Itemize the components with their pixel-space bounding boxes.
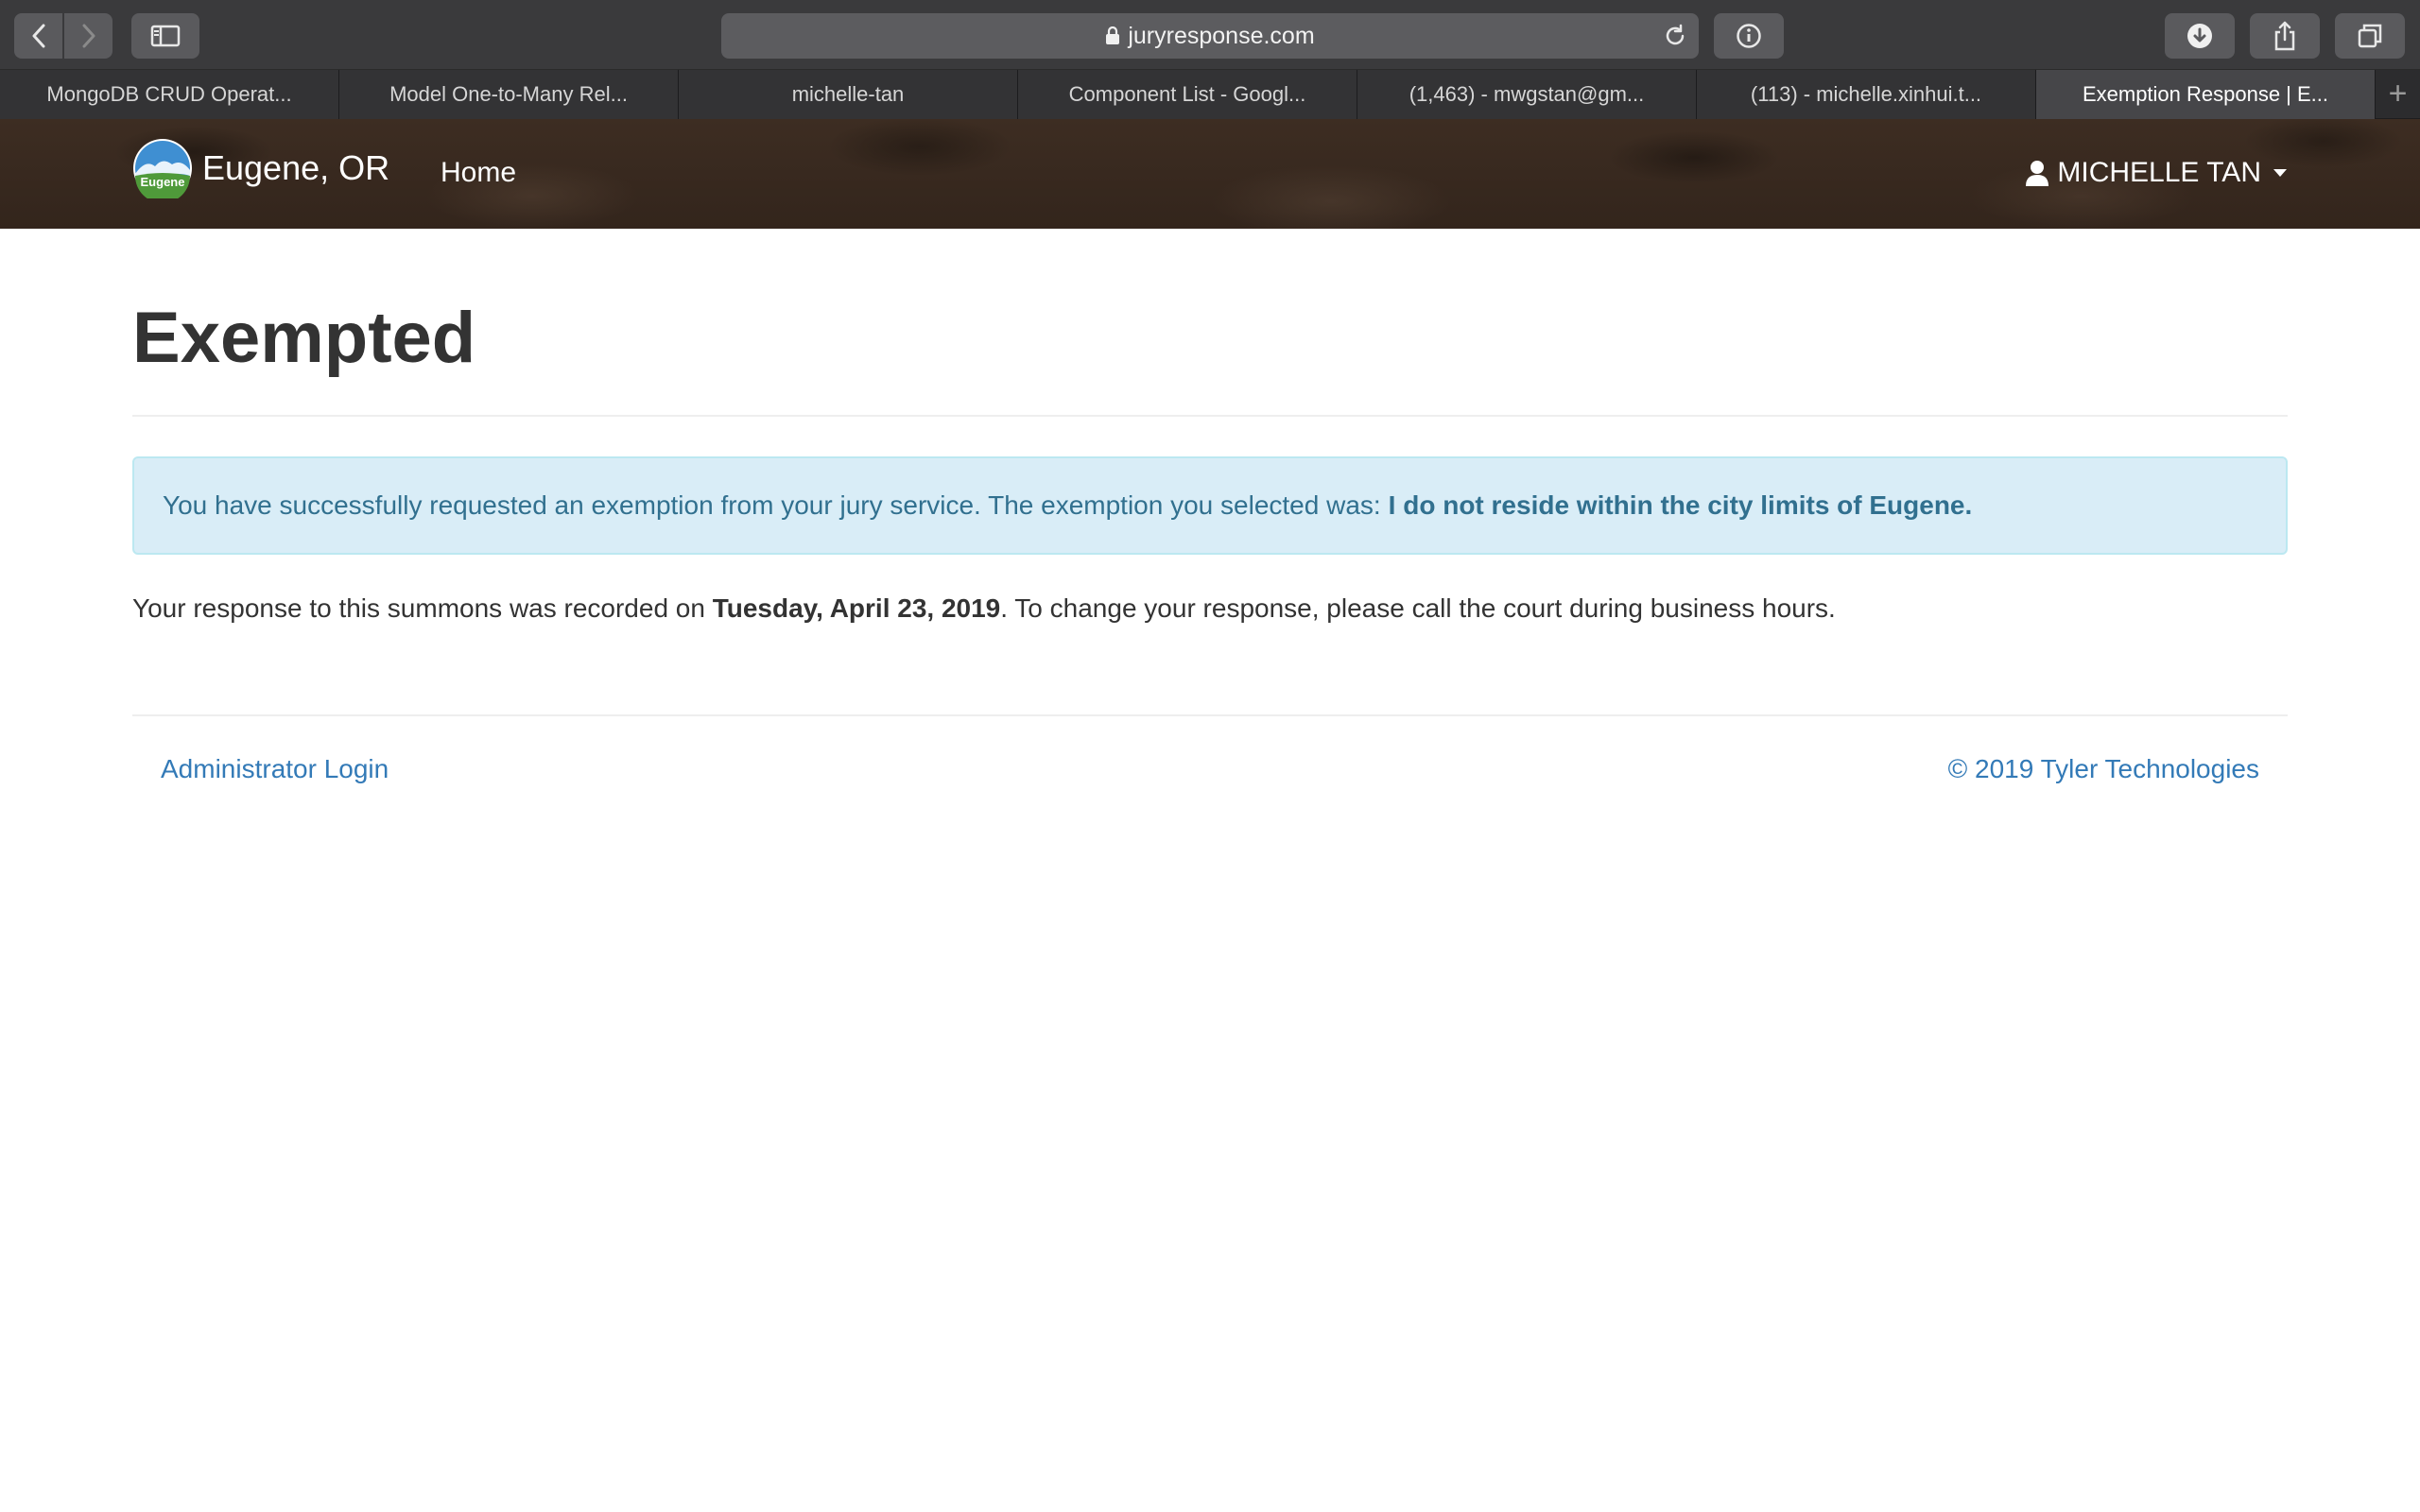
browser-tab[interactable]: michelle-tan (679, 70, 1018, 119)
divider (132, 415, 2288, 417)
caret-down-icon (2273, 168, 2288, 178)
tab-bar: MongoDB CRUD Operat... Model One-to-Many… (0, 70, 2420, 119)
summary-prefix: Your response to this summons was record… (132, 593, 705, 623)
download-icon (2187, 24, 2212, 48)
reload-icon[interactable] (1663, 24, 1687, 55)
tabs-icon (2358, 24, 2382, 48)
lock-icon (1105, 26, 1120, 45)
brand-link[interactable]: Eugene Eugene, OR (132, 138, 389, 198)
browser-tab-active[interactable]: Exemption Response | E... (2036, 70, 2376, 119)
browser-tab[interactable]: Model One-to-Many Rel... (339, 70, 679, 119)
eugene-logo-icon: Eugene (133, 139, 192, 198)
downloads-button[interactable] (2165, 13, 2235, 59)
chevron-left-icon (32, 24, 44, 48)
sidebar-icon (150, 25, 181, 47)
history-nav (14, 13, 112, 59)
share-button[interactable] (2250, 13, 2320, 59)
back-button[interactable] (14, 13, 62, 59)
page-title: Exempted (132, 298, 476, 378)
nav-home-link[interactable]: Home (441, 157, 516, 189)
alert-message: You have successfully requested an exemp… (163, 490, 1381, 520)
browser-tab[interactable]: MongoDB CRUD Operat... (0, 70, 339, 119)
response-date: Tuesday, April 23, 2019 (712, 593, 1001, 623)
tab-overview-button[interactable] (2335, 13, 2405, 59)
url-text: juryresponse.com (1128, 22, 1315, 49)
new-tab-button[interactable]: + (2376, 70, 2420, 118)
footer: Administrator Login © 2019 Tyler Technol… (132, 716, 2288, 811)
user-name: MICHELLE TAN (2057, 157, 2261, 188)
site-navbar: Eugene Eugene, OR Home MICHELLE TAN (0, 119, 2420, 229)
info-icon (1737, 24, 1761, 48)
browser-toolbar: juryresponse.com (0, 0, 2420, 70)
main-content: Exempted You have successfully requested… (132, 229, 2288, 811)
share-icon (2274, 21, 2295, 51)
sidebar-toggle-button[interactable] (131, 13, 199, 59)
info-alert: You have successfully requested an exemp… (132, 456, 2288, 555)
brand-text: Eugene, OR (202, 148, 390, 187)
reader-info-button[interactable] (1714, 13, 1784, 59)
chevron-right-icon (82, 24, 95, 48)
svg-text:Eugene: Eugene (141, 175, 185, 189)
forward-button[interactable] (64, 13, 112, 59)
summary-suffix: . To change your response, please call t… (1000, 593, 1836, 623)
user-menu-dropdown[interactable]: MICHELLE TAN (2025, 157, 2288, 189)
address-bar[interactable]: juryresponse.com (721, 13, 1699, 59)
browser-tab[interactable]: (1,463) - mwgstan@gm... (1357, 70, 1697, 119)
copyright-link[interactable]: © 2019 Tyler Technologies (1948, 754, 2259, 784)
administrator-login-link[interactable]: Administrator Login (161, 754, 389, 784)
response-summary: Your response to this summons was record… (132, 593, 2288, 624)
browser-tab[interactable]: (113) - michelle.xinhui.t... (1697, 70, 2036, 119)
user-icon (2025, 160, 2049, 186)
browser-tab[interactable]: Component List - Googl... (1018, 70, 1357, 119)
alert-exemption-reason: I do not reside within the city limits o… (1388, 490, 1973, 520)
